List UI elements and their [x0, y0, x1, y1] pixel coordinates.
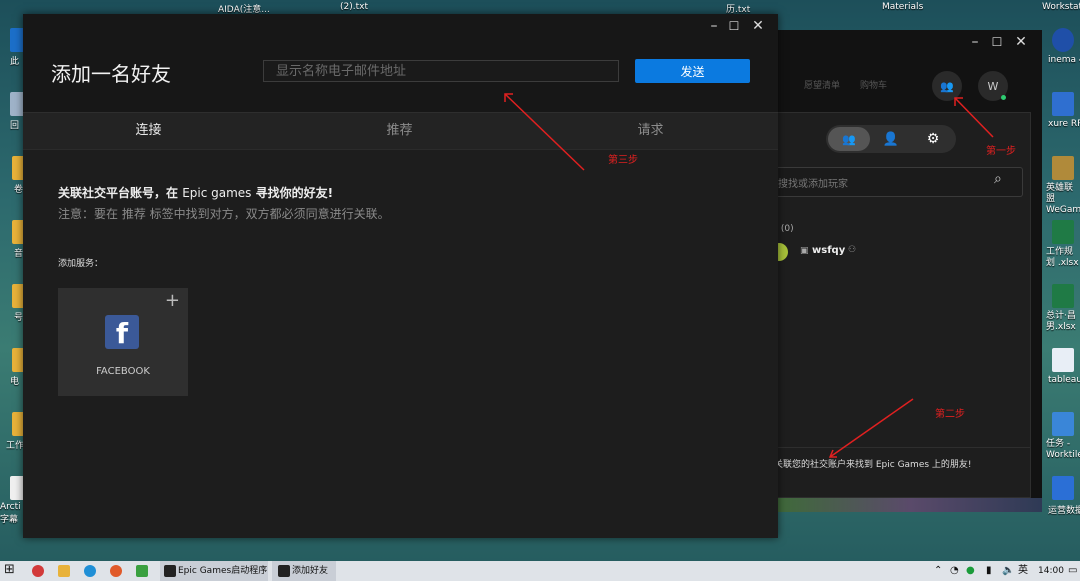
taskbar: ⊞ Epic Games启动程序 添加好友 ⌃ ◔ ● ▮ 🔈 英 14:00 … — [0, 561, 1080, 581]
step3-arrow — [504, 93, 585, 171]
clock[interactable]: 14:00 — [1038, 561, 1064, 581]
epic-games-icon — [278, 565, 290, 577]
chevron-up-icon[interactable]: ⌃ — [934, 561, 942, 581]
tray-app-icon[interactable]: ▮ — [986, 561, 992, 581]
file-explorer-icon[interactable] — [58, 565, 70, 577]
annotation-step1: 第一步 — [986, 146, 1016, 157]
wechat-icon[interactable]: ● — [966, 561, 975, 581]
step1-arrow — [954, 97, 994, 138]
step2-arrow — [829, 398, 914, 458]
notification-icon[interactable]: ▭ — [1068, 561, 1077, 581]
taskbar-app-label: Epic Games启动程序 — [178, 566, 268, 576]
annotation-step3: 第三步 — [608, 155, 638, 166]
ime-indicator[interactable]: 英 — [1018, 561, 1028, 581]
app-icon[interactable] — [136, 565, 148, 577]
edge-icon[interactable] — [84, 565, 96, 577]
epic-games-icon — [164, 565, 176, 577]
taskbar-app-label: 添加好友 — [292, 566, 329, 576]
annotation-step2: 第二步 — [935, 409, 965, 420]
volume-icon[interactable]: 🔈 — [1002, 561, 1014, 581]
app-icon[interactable] — [32, 565, 44, 577]
chrome-icon[interactable] — [110, 565, 122, 577]
network-icon[interactable]: ◔ — [950, 561, 959, 581]
windows-start-icon[interactable]: ⊞ — [4, 562, 15, 577]
annotation-arrows — [504, 93, 994, 458]
